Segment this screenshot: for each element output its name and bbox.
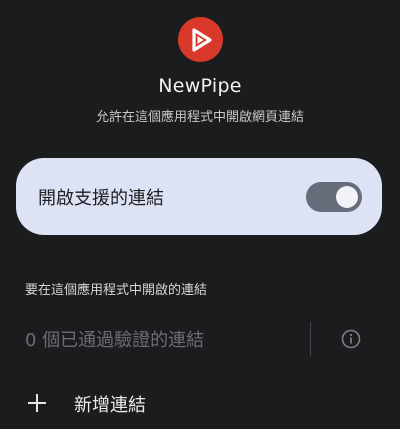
play-logo-icon xyxy=(191,27,212,52)
info-icon[interactable] xyxy=(341,329,361,349)
app-logo-icon xyxy=(178,17,223,62)
vertical-divider xyxy=(310,322,311,356)
app-name: NewPipe xyxy=(158,75,242,97)
links-section-title: 要在這個應用程式中開啟的連結 xyxy=(25,283,208,298)
open-supported-links-switch[interactable] xyxy=(306,181,362,212)
plus-icon xyxy=(28,394,46,412)
open-supported-links-toggle-row[interactable]: 開啟支援的連結 xyxy=(16,158,382,235)
add-link-label: 新增連結 xyxy=(74,395,146,416)
app-subtitle: 允許在這個應用程式中開啟網頁連結 xyxy=(95,110,304,125)
verified-links-count: 0 個已通過驗證的連結 xyxy=(25,330,205,351)
verified-links-row: 0 個已通過驗證的連結 xyxy=(0,320,400,358)
add-link-button[interactable]: 新增連結 xyxy=(0,386,400,422)
toggle-label: 開啟支援的連結 xyxy=(38,187,164,209)
switch-knob xyxy=(336,185,358,208)
open-by-default-settings: NewPipe 允許在這個應用程式中開啟網頁連結 開啟支援的連結 要在這個應用程… xyxy=(0,0,400,429)
